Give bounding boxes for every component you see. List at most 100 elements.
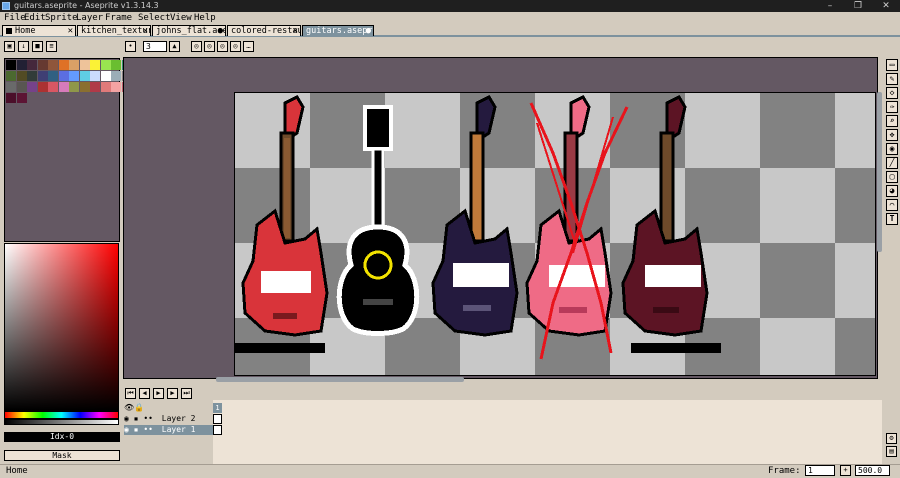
palette-swatch[interactable] [16,71,27,81]
palette-swatch[interactable] [79,82,90,92]
palette-swatch[interactable] [6,60,16,70]
background-mask-button[interactable]: Mask [4,450,120,461]
continuous-icon[interactable]: •• [143,414,153,423]
continuous-icon[interactable]: •• [143,425,153,434]
rectangular-marquee-icon[interactable]: ▭ [886,59,898,71]
menu-frame[interactable]: Frame [103,12,134,24]
close-window-button[interactable]: ✕ [874,0,898,12]
palette-swatch[interactable] [16,93,27,103]
palette-swatch[interactable] [111,82,121,92]
layer-row-layer-1[interactable]: ◉ ▪ •• Layer 1 [124,425,213,435]
palette-swatch[interactable] [16,60,27,70]
timeline-options-icon[interactable]: ⚙ [886,433,897,444]
vertical-scrollbar[interactable] [877,92,882,252]
palette-presets-icon[interactable]: ■ [32,41,43,52]
cel[interactable] [213,425,222,435]
ink-icon[interactable]: ◎ [191,41,202,52]
symmetry-icon[interactable]: ◎ [217,41,228,52]
brush-size-input[interactable]: 3 [143,41,167,52]
palette-swatch[interactable] [69,71,79,81]
visibility-icon[interactable]: ◉ [124,414,129,423]
zoom-input[interactable]: 500.0 [855,465,890,476]
move-icon[interactable]: ✥ [886,129,898,141]
palette-swatch[interactable] [69,60,79,70]
text-icon[interactable]: T [886,213,898,225]
menu-layer[interactable]: Layer [74,12,105,24]
palette-swatch[interactable] [48,82,58,92]
menu-view[interactable]: View [168,12,194,24]
play-icon[interactable]: ▶ [153,388,164,399]
menu-help[interactable]: Help [192,12,218,24]
palette-swatch[interactable] [69,82,79,92]
minimize-button[interactable]: – [818,0,842,12]
rectangle-icon[interactable]: ▢ [886,171,898,183]
modified-dot-icon[interactable]: ● [366,26,371,36]
eyedropper-icon[interactable]: ✑ [886,101,898,113]
palette-swatch[interactable] [6,82,16,92]
palette-swatch[interactable] [27,71,37,81]
horizontal-scrollbar[interactable] [216,377,464,382]
lock-palette-icon[interactable]: ▣ [4,41,15,52]
brush-type-icon[interactable]: • [125,41,136,52]
visibility-icon[interactable]: ◉ [124,425,129,434]
maximize-button[interactable]: ❐ [846,0,870,12]
first-frame-icon[interactable]: ⏮ [125,388,136,399]
layer-row-layer-2[interactable]: ◉ ▪ •• Layer 2 [124,414,213,424]
previous-frame-icon[interactable]: ◀ [139,388,150,399]
close-tab-icon[interactable]: ✕ [68,26,73,36]
palette-swatch[interactable] [37,60,48,70]
palette-swatch[interactable] [6,93,16,103]
alpha-slider[interactable] [4,419,119,425]
palette-swatch[interactable] [58,82,69,92]
tab-kitchen-textur[interactable]: kitchen_textur ✕ [77,25,151,36]
brush-angle-icon[interactable]: ▲ [169,41,180,52]
next-frame-icon[interactable]: ▶ [167,388,178,399]
close-tab-icon[interactable]: ✕ [293,26,298,36]
palette-options-icon[interactable]: ≡ [46,41,57,52]
palette-swatch[interactable] [100,71,111,81]
close-tab-icon[interactable]: ✕ [143,26,148,36]
lock-icon[interactable]: 🔒 [134,403,144,412]
timeline-zoom-icon[interactable]: ▤ [886,446,897,457]
palette-swatch[interactable] [90,82,100,92]
palette-swatch[interactable] [37,82,48,92]
frame-input[interactable]: 1 [805,465,835,476]
cel[interactable] [213,414,222,424]
palette-swatch[interactable] [27,82,37,92]
palette-swatch[interactable] [16,82,27,92]
tab-johns-flat[interactable]: johns_flat.asepr ● [152,25,226,36]
pencil-icon[interactable]: ✎ [886,73,898,85]
tab-colored-restaur[interactable]: colored-restaur ✕ [227,25,301,36]
lock-icon[interactable]: ▪ [134,425,139,434]
palette-swatch[interactable] [100,60,111,70]
tab-guitars[interactable]: guitars.aseprite ● [302,25,374,36]
palette-swatch[interactable] [48,71,58,81]
foreground-color-index[interactable]: Idx-0 [4,432,120,442]
palette-swatch[interactable] [6,71,16,81]
palette-swatch[interactable] [48,60,58,70]
palette-swatch[interactable] [58,60,69,70]
palette-swatch[interactable] [58,71,69,81]
palette-swatch[interactable] [111,60,121,70]
lock-icon[interactable]: ▪ [134,414,139,423]
visibility-icon[interactable]: 👁 [124,403,134,412]
sprite-canvas[interactable] [234,92,876,376]
pixel-perfect-icon[interactable]: ◎ [204,41,215,52]
modified-dot-icon[interactable]: ● [218,26,223,36]
color-spectrum[interactable] [4,243,119,411]
hue-slider[interactable] [4,411,119,419]
palette-sort-icon[interactable]: ↓ [18,41,29,52]
palette-swatch[interactable] [100,82,111,92]
timeline-frames-area[interactable] [213,400,882,464]
more-options-icon[interactable]: … [243,41,254,52]
palette-swatch[interactable] [79,71,90,81]
palette-swatch[interactable] [111,71,121,81]
blur-icon[interactable]: ◕ [886,185,898,197]
tab-home[interactable]: Home ✕ [2,25,76,36]
last-frame-icon[interactable]: ⏭ [181,388,192,399]
frame-number[interactable]: 1 [213,403,222,413]
opacity-icon[interactable]: ◎ [230,41,241,52]
palette-swatch[interactable] [90,60,100,70]
palette-swatch[interactable] [37,71,48,81]
add-frame-icon[interactable]: + [840,465,851,476]
